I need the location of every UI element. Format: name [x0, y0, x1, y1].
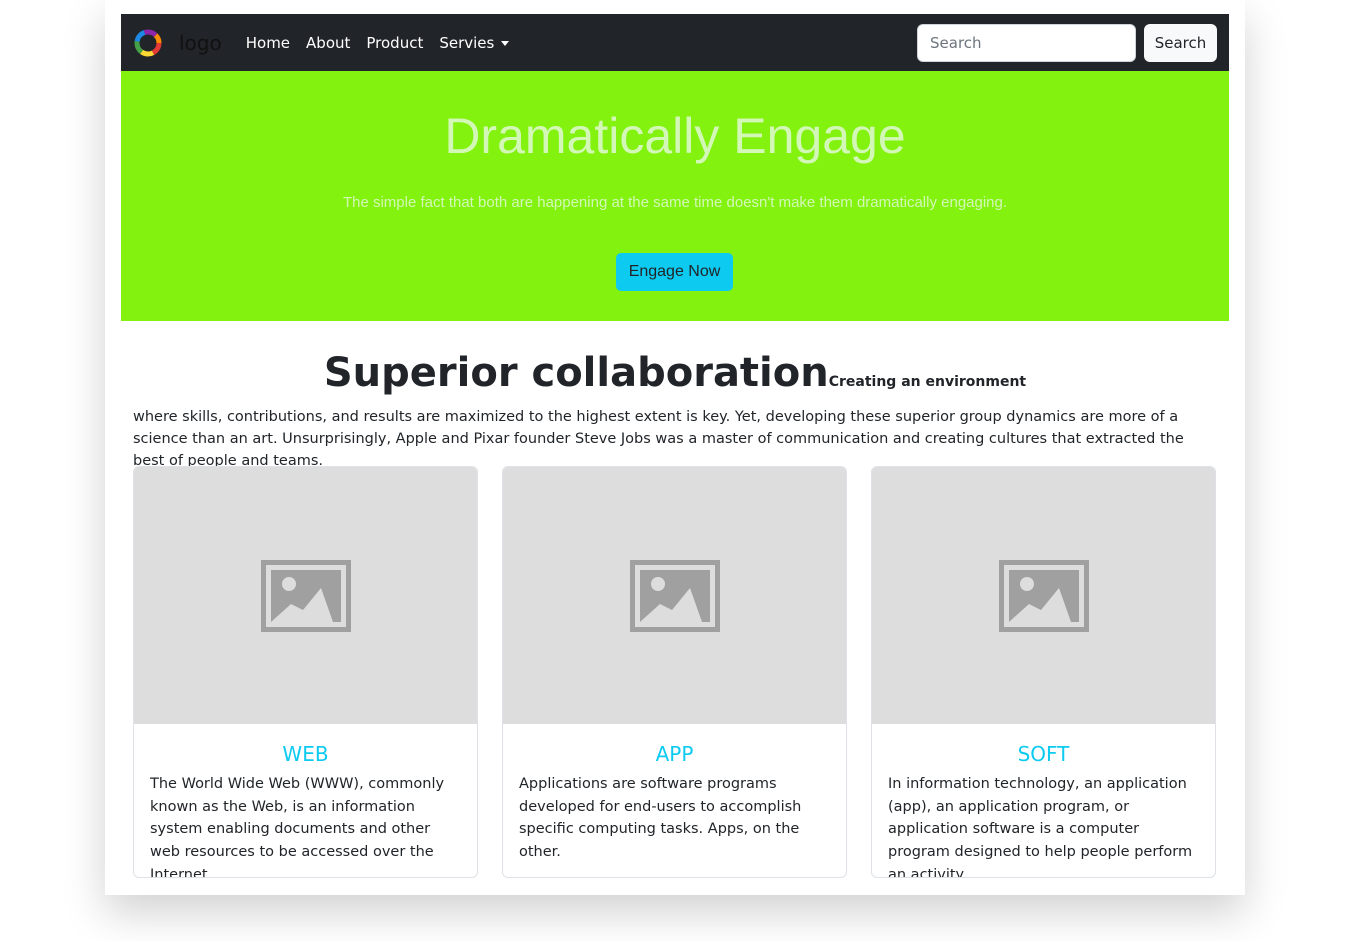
- section-paragraph: where skills, contributions, and results…: [133, 409, 1184, 469]
- nav-dropdown-label: Servies: [439, 33, 495, 52]
- card-image: [872, 467, 1215, 724]
- hero-banner: Dramatically Engage The simple fact that…: [121, 71, 1229, 321]
- card-image: [503, 467, 846, 724]
- caret-down-icon: [501, 41, 510, 46]
- search-form: Search: [917, 23, 1217, 62]
- card-text: In information technology, an applicatio…: [888, 776, 1193, 878]
- section-kicker: Creating an environment: [828, 374, 1027, 390]
- nav-link-about[interactable]: About: [306, 34, 350, 52]
- section-title: Superior collaboration: [323, 350, 829, 396]
- image-placeholder-icon: [998, 559, 1089, 632]
- search-input[interactable]: [917, 23, 1136, 62]
- brand[interactable]: logo: [133, 28, 222, 58]
- card-title: APP: [655, 742, 694, 766]
- brand-text: logo: [179, 30, 222, 55]
- search-button[interactable]: Search: [1144, 23, 1217, 62]
- nav-link-home[interactable]: Home: [246, 34, 290, 52]
- card-image: [134, 467, 477, 724]
- card-title: WEB: [282, 742, 329, 766]
- colorful-ring-logo-icon: [134, 29, 162, 56]
- nav-dropdown-services[interactable]: Servies: [439, 33, 510, 52]
- hero-title: Dramatically Engage: [444, 108, 906, 164]
- card-text: The World Wide Web (WWW), commonly known…: [150, 776, 445, 878]
- nav-menu: Home About Product Servies: [246, 34, 526, 52]
- image-placeholder-icon: [629, 559, 720, 632]
- hero-subtitle: The simple fact that both are happening …: [342, 194, 1008, 211]
- card-app: APP Applications are software programs d…: [502, 466, 847, 878]
- image-placeholder-icon: [260, 559, 351, 632]
- nav-link-product[interactable]: Product: [366, 34, 423, 52]
- card-soft: SOFT In information technology, an appli…: [871, 466, 1216, 878]
- card-text: Applications are software programs devel…: [519, 776, 802, 861]
- card-web: WEB The World Wide Web (WWW), commonly k…: [133, 466, 478, 878]
- top-navbar: logo Home About Product Servies Search: [121, 14, 1229, 71]
- section-heading: Superior collaborationCreating an enviro…: [133, 350, 1217, 396]
- card-title: SOFT: [1017, 742, 1070, 766]
- engage-now-button[interactable]: Engage Now: [616, 253, 733, 291]
